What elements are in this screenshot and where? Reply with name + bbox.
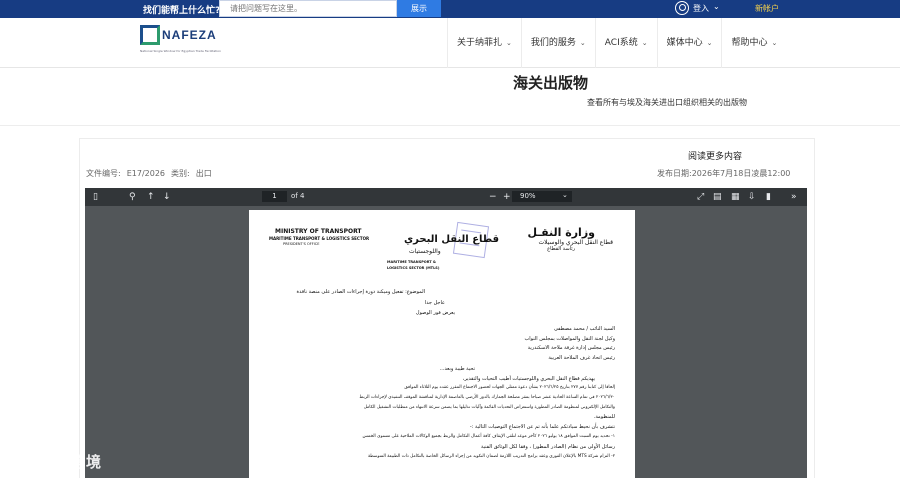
publish-label: 发布日期: xyxy=(657,169,692,178)
chevron-down-icon: ⌄ xyxy=(641,39,648,47)
letter-line: ٢- التزام شركة MTS بالإعلان الفوري وعقد … xyxy=(367,454,615,459)
watermark: 大数跨境 xyxy=(8,449,102,473)
chevron-down-icon: ⌄ xyxy=(771,39,778,47)
pdf-viewer[interactable]: ▯ ⚲ ↑ ↓ 1 of 4 − + 90% ⌄ ⤢ ▤ ▦ ⇩ ▮ » MIN… xyxy=(85,188,807,478)
open-file-icon[interactable]: ▤ xyxy=(713,191,722,203)
letter-line: رسائل الأولى من نظام (الصادر المطور) ، و… xyxy=(480,444,615,450)
search-box xyxy=(219,0,397,17)
page-number-input[interactable]: 1 xyxy=(262,191,287,202)
watermark-text: 大数跨境 xyxy=(38,452,103,471)
category-value: 出口 xyxy=(195,169,212,178)
chevron-down-icon: ⌄ xyxy=(506,39,512,47)
nav-item-label: 关于纳菲扎 xyxy=(457,38,503,48)
nav-item-help[interactable]: 帮助中心 ⌄ xyxy=(721,18,786,68)
nav-item-label: 媒体中心 xyxy=(666,38,703,48)
chevron-down-icon[interactable]: ⌄ xyxy=(562,191,568,199)
nav-item-label: 我们的服务 xyxy=(530,38,576,48)
pdf-page: MINISTRY OF TRANSPORT MARITIME TRANSPORT… xyxy=(249,210,635,478)
search-icon[interactable]: ⚲ xyxy=(129,191,136,203)
letter-line: وكيل لجنة النقل والمواصلات بمجلس النواب xyxy=(524,336,615,342)
center-logo-en1: MARITIME TRANSPORT & xyxy=(387,260,436,264)
logo-mark-icon xyxy=(140,25,160,45)
arrow-down-icon[interactable]: ↓ xyxy=(163,191,171,203)
logo-name: NAFEZA xyxy=(162,28,217,42)
arrow-up-icon[interactable]: ↑ xyxy=(147,191,155,203)
letterhead-ar-sector: قطاع النقل البحري والوسيلات xyxy=(538,239,613,246)
letter-line: تحية طيبة وبعد... xyxy=(439,366,475,372)
top-bar: 找们能帮上什么忙? 展示 登入 ⌄ 新帐户 xyxy=(0,0,900,18)
nav-item-media[interactable]: 媒体中心 ⌄ xyxy=(656,18,722,68)
letter-line: إلحاقا إلى كتابنا رقم ٢٧٧ بتاريخ ٢٠٢٦/٦/… xyxy=(404,385,615,390)
letter-line: نتشرف بأن نحيط سيادتكم علما بأنه تم عن ا… xyxy=(469,424,615,430)
page-total: of 4 xyxy=(291,192,305,200)
letterhead-en-office: PRESIDENT'S OFFICE xyxy=(283,242,320,246)
chevron-down-icon: ⌄ xyxy=(579,39,586,47)
letter-line: يهديكم قطاع النقل البحري واللوجستيات أطي… xyxy=(462,376,595,382)
download-icon[interactable]: ⇩ xyxy=(748,191,756,203)
user-icon[interactable] xyxy=(675,1,689,15)
letter-line: رئيس اتحاد غرف الملاحة العربية xyxy=(548,355,615,361)
divider xyxy=(0,125,900,126)
bookmark-icon[interactable]: ▮ xyxy=(766,191,771,203)
file-number: E17/2026 xyxy=(126,169,165,178)
fullscreen-icon[interactable]: ⤢ xyxy=(697,191,704,203)
category-label: 类别: xyxy=(171,169,190,178)
letterhead-ar-office: رئاسة القطاع xyxy=(547,246,575,252)
letter-subject: الموضوع: تفعيل وميكنة دورة إجراءات الصاد… xyxy=(296,289,425,295)
center-logo-ar2: واللوجستيات xyxy=(409,248,441,255)
main-nav: NAFEZA National Single Window for Egypti… xyxy=(0,18,900,68)
letterhead-en-sector: MARITIME TRANSPORT & LOGISTICS SECTOR xyxy=(269,236,370,241)
nav-item-label: 帮助中心 xyxy=(731,38,768,48)
chevron-down-icon[interactable]: ⌄ xyxy=(713,2,720,11)
letter-line: ٢٠٢٦/٦/٣٠ في تمام الساعة الحادية عشر صبا… xyxy=(359,395,615,400)
letter-line: رئيس مجلس إدارة غرفة ملاحة الاسكندرية xyxy=(527,345,615,351)
chevron-down-icon: ⌄ xyxy=(706,39,713,47)
letterhead-en-title: MINISTRY OF TRANSPORT xyxy=(275,228,362,235)
letter-line: للمنظومة. xyxy=(593,414,615,420)
print-icon[interactable]: ▦ xyxy=(731,191,740,203)
letter-line: عاجل جدا xyxy=(424,300,445,306)
search-input[interactable] xyxy=(220,1,396,16)
watermark-logo-icon xyxy=(8,451,38,472)
nav-item-label: ACI系统 xyxy=(604,38,638,48)
publish-info: 发布日期:2026年7月18日凌晨12:00 xyxy=(657,168,790,179)
login-link[interactable]: 登入 xyxy=(693,3,709,14)
center-logo-ar: قطاع النقل البحري xyxy=(404,234,500,245)
help-question: 找们能帮上什么忙? xyxy=(143,6,221,16)
letter-line: يعرض فور الوصول xyxy=(415,310,455,316)
publish-date: 2026年7月18日凌晨12:00 xyxy=(691,169,791,178)
pdf-toolbar: ▯ ⚲ ↑ ↓ 1 of 4 − + 90% ⌄ ⤢ ▤ ▦ ⇩ ▮ » xyxy=(85,188,807,206)
file-number-label: 文件编号: xyxy=(86,169,121,178)
search-button[interactable]: 展示 xyxy=(397,0,441,17)
nav-item-services[interactable]: 我们的服务 ⌄ xyxy=(520,18,595,68)
nafeza-logo[interactable]: NAFEZA National Single Window for Egypti… xyxy=(140,25,222,55)
zoom-out-button[interactable]: − xyxy=(489,191,497,203)
letter-line: والتكامل الإلكتروني لمنظومة الصادر المطو… xyxy=(363,405,615,410)
more-tools-icon[interactable]: » xyxy=(791,191,797,203)
letter-line: السيد النائب / محمد مصطفى xyxy=(553,326,615,332)
read-more-link[interactable]: 阅读更多内容 xyxy=(688,149,742,162)
letter-line: ١- تحديد يوم السبت الموافق ١٨ يوليو ٢٠٢٦… xyxy=(362,434,615,439)
nav-menu: 关于纳菲扎 ⌄ 我们的服务 ⌄ ACI系统 ⌄ 媒体中心 ⌄ 帮助中心 ⌄ xyxy=(447,18,786,68)
nav-item-aci[interactable]: ACI系统 ⌄ xyxy=(594,18,657,68)
zoom-in-button[interactable]: + xyxy=(503,191,511,203)
document-meta: 文件编号: E17/2026 类别: 出口 xyxy=(86,168,218,179)
letterhead-ar-title: وزارة النقـل xyxy=(527,226,595,239)
page-subtitle: 查看所有与埃及海关进出口组织相关的出版物 xyxy=(587,98,747,107)
sidebar-toggle-icon[interactable]: ▯ xyxy=(93,191,98,203)
page-title: 海关出版物 xyxy=(513,74,589,92)
logo-tagline: National Single Window for Egyptian Trad… xyxy=(140,49,222,53)
center-logo-en2: LOGISTICS SECTOR (MTLS) xyxy=(387,266,440,270)
new-account-link[interactable]: 新帐户 xyxy=(755,3,779,14)
nav-item-about[interactable]: 关于纳菲扎 ⌄ xyxy=(447,18,521,68)
